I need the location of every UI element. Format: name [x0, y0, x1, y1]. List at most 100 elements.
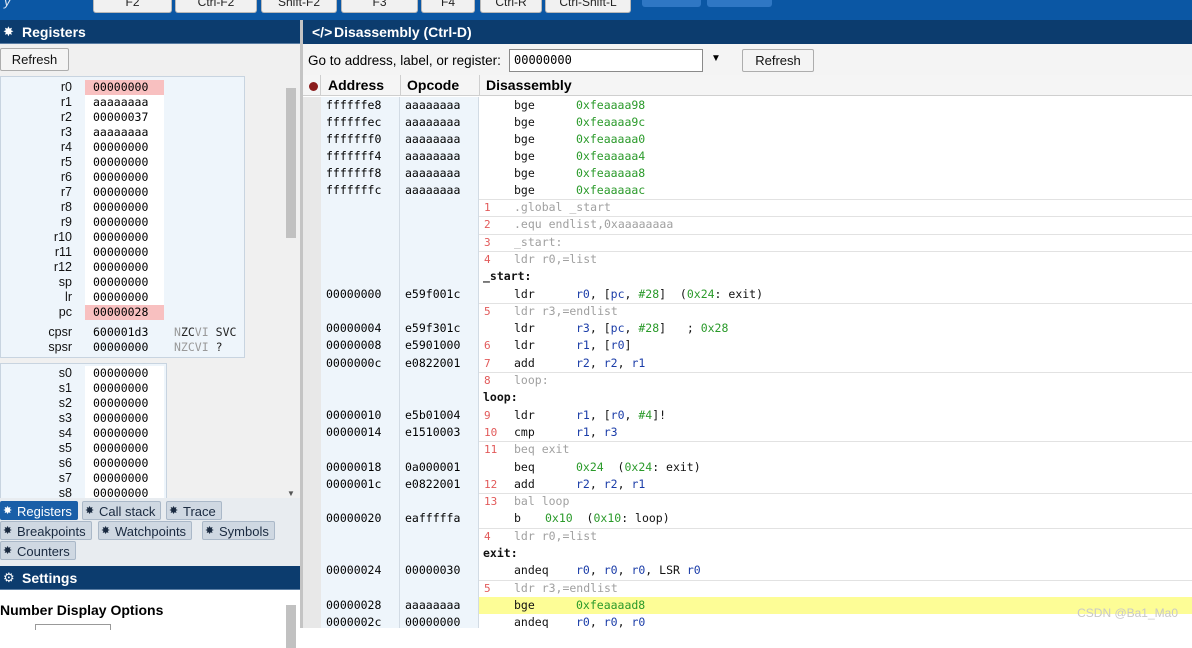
registers-scrollbar-thumb[interactable]	[286, 88, 296, 238]
register-value[interactable]: 00000000	[85, 441, 164, 456]
shortcut-key-ctrl-shift-l[interactable]: Ctrl-Shift-L	[545, 0, 631, 13]
address-cell[interactable]: fffffff4	[326, 148, 381, 165]
instruction-row[interactable]: fffffff0 aaaaaaaa bge 0xfeaaaaa0	[321, 131, 1192, 148]
address-cell[interactable]: 00000024	[326, 562, 381, 579]
register-value[interactable]: 00000000	[85, 340, 164, 355]
register-value[interactable]: 00000000	[85, 290, 164, 305]
register-value[interactable]: 00000000	[85, 260, 164, 275]
operand-token: ,	[617, 615, 632, 628]
tab-trace[interactable]: ✸ Trace	[166, 501, 222, 520]
instruction-row[interactable]: 00000008 e5901000 6 ldr r1, [r0]	[321, 337, 1192, 354]
instruction-row[interactable]: 0000001c e0822001 12 add r2, r2, r1	[321, 476, 1192, 493]
address-cell[interactable]: 0000001c	[326, 476, 381, 493]
register-value[interactable]: aaaaaaaa	[85, 125, 164, 140]
address-cell[interactable]: fffffff0	[326, 131, 381, 148]
address-column-header[interactable]: Address	[321, 75, 401, 96]
tab-call-stack[interactable]: ✸ Call stack	[82, 501, 162, 520]
address-cell[interactable]: ffffffe8	[326, 97, 381, 114]
tab-watchpoints[interactable]: ✸ Watchpoints	[98, 521, 193, 540]
register-value[interactable]: 00000000	[85, 155, 164, 170]
register-value[interactable]: 00000000	[85, 275, 164, 290]
scroll-down-icon[interactable]: ▼	[287, 489, 295, 498]
address-cell[interactable]: 00000000	[326, 286, 381, 303]
goto-address-input[interactable]: 00000000	[509, 49, 703, 72]
instruction-row[interactable]: fffffff4 aaaaaaaa bge 0xfeaaaaa4	[321, 148, 1192, 165]
register-value[interactable]: 00000000	[85, 245, 164, 260]
instruction-row[interactable]: 00000020 eafffffa b 0x10 (0x10: loop)	[321, 510, 1192, 527]
address-cell[interactable]: 00000018	[326, 459, 381, 476]
instruction-row[interactable]: 00000014 e1510003 10 cmp r1, r3	[321, 424, 1192, 441]
address-cell[interactable]: fffffffc	[326, 182, 381, 199]
disassembly-cell: 4 ldr r0,=list	[479, 251, 1192, 268]
shortcut-key-f4[interactable]: F4	[421, 0, 475, 13]
register-value[interactable]: 00000000	[85, 185, 164, 200]
instruction-row[interactable]: 00000010 e5b01004 9 ldr r1, [r0, #4]!	[321, 407, 1192, 424]
operands: 0xfeaaaad8	[576, 597, 645, 614]
register-value[interactable]: 00000028	[85, 305, 164, 320]
address-cell[interactable]: fffffff8	[326, 165, 381, 182]
tab-breakpoints[interactable]: ✸ Breakpoints	[0, 521, 92, 540]
register-value[interactable]: 00000000	[85, 215, 164, 230]
instruction-row[interactable]: 00000000 e59f001c ldr r0, [pc, #28] (0x24: …	[321, 286, 1192, 303]
settings-scrollbar-thumb[interactable]	[286, 605, 296, 648]
address-cell[interactable]: 0000000c	[326, 355, 381, 372]
toolbar-button-b[interactable]	[707, 0, 772, 7]
register-value[interactable]: 00000000	[85, 396, 164, 411]
register-value[interactable]: 00000000	[85, 170, 164, 185]
address-cell[interactable]: ffffffec	[326, 114, 381, 131]
toolbar-button-a[interactable]	[642, 0, 701, 7]
registers-refresh-button[interactable]: Refresh	[0, 48, 69, 71]
address-cell[interactable]: 00000014	[326, 424, 381, 441]
register-value[interactable]: 00000000	[85, 456, 164, 471]
address-cell[interactable]: 00000020	[326, 510, 381, 527]
registers-scrollbar[interactable]: ▼	[284, 48, 298, 498]
address-cell[interactable]: 0000002c	[326, 614, 381, 628]
instruction-row[interactable]: 0000000c e0822001 7 add r2, r2, r1	[321, 355, 1192, 372]
register-value[interactable]: 00000000	[85, 366, 164, 381]
instruction-row[interactable]: 00000024 00000030 andeq r0, r0, r0, LSR r0	[321, 562, 1192, 579]
settings-control[interactable]	[35, 624, 111, 630]
instruction-row[interactable]: 00000004 e59f301c ldr r3, [pc, #28] ; 0x28	[321, 320, 1192, 337]
current-instruction-row[interactable]: 00000028 aaaaaaaa bge 0xfeaaaad8	[321, 596, 1192, 614]
register-value[interactable]: 00000000	[85, 381, 164, 396]
tab-symbols[interactable]: ✸ Symbols	[202, 521, 275, 540]
register-value[interactable]: aaaaaaaa	[85, 95, 164, 110]
register-value[interactable]: 00000000	[85, 200, 164, 215]
instruction-row[interactable]: fffffffc aaaaaaaa bge 0xfeaaaaac	[321, 182, 1192, 199]
register-value[interactable]: 00000000	[85, 426, 164, 441]
register-value[interactable]: 00000000	[85, 471, 164, 486]
address-cell[interactable]: 00000028	[326, 597, 381, 614]
shortcut-key-f3[interactable]: F3	[341, 0, 418, 13]
register-name: s6	[58, 456, 72, 470]
register-value[interactable]: 00000000	[85, 140, 164, 155]
breakpoint-gutter[interactable]	[303, 97, 321, 628]
tab-counters[interactable]: ✸ Counters	[0, 541, 76, 560]
instruction-row[interactable]: 00000018 0a000001 beq 0x24 (0x24: exit)	[321, 459, 1192, 476]
register-value[interactable]: 00000037	[85, 110, 164, 125]
register-value[interactable]: 00000000	[85, 411, 164, 426]
register-name: r9	[60, 215, 72, 229]
bug-icon: ✸	[205, 525, 215, 537]
register-value[interactable]: 600001d3	[85, 325, 164, 340]
register-value[interactable]: 00000000	[85, 230, 164, 245]
register-value[interactable]: 00000000	[85, 80, 164, 95]
shortcut-key-ctrl-r[interactable]: Ctrl-R	[480, 0, 542, 13]
shortcut-key-shift-f2[interactable]: Shift-F2	[261, 0, 337, 13]
address-cell[interactable]: 00000010	[326, 407, 381, 424]
instruction-row[interactable]: ffffffe8 aaaaaaaa bge 0xfeaaaa98	[321, 97, 1192, 114]
operand-token: r1	[631, 476, 646, 491]
opcode-column-header[interactable]: Opcode	[401, 75, 480, 96]
chevron-down-icon[interactable]: ▼	[711, 53, 721, 64]
instruction-row[interactable]: fffffff8 aaaaaaaa bge 0xfeaaaaa8	[321, 165, 1192, 182]
disassembly-refresh-button[interactable]: Refresh	[742, 49, 814, 72]
disassembly-column-header[interactable]: Disassembly	[480, 75, 1192, 96]
disassembly-cell: 12 add r2, r2, r1	[479, 476, 1192, 493]
address-cell[interactable]: 00000004	[326, 320, 381, 337]
address-cell[interactable]: 00000008	[326, 337, 381, 354]
breakpoint-dot-icon[interactable]	[309, 82, 318, 91]
tab-registers[interactable]: ✸ Registers	[0, 501, 78, 520]
instruction-row[interactable]: 0000002c 00000000 andeq r0, r0, r0	[321, 614, 1192, 628]
shortcut-key-ctrl-f2[interactable]: Ctrl-F2	[175, 0, 257, 13]
instruction-row[interactable]: ffffffec aaaaaaaa bge 0xfeaaaa9c	[321, 114, 1192, 131]
shortcut-key-f2[interactable]: F2	[93, 0, 172, 13]
